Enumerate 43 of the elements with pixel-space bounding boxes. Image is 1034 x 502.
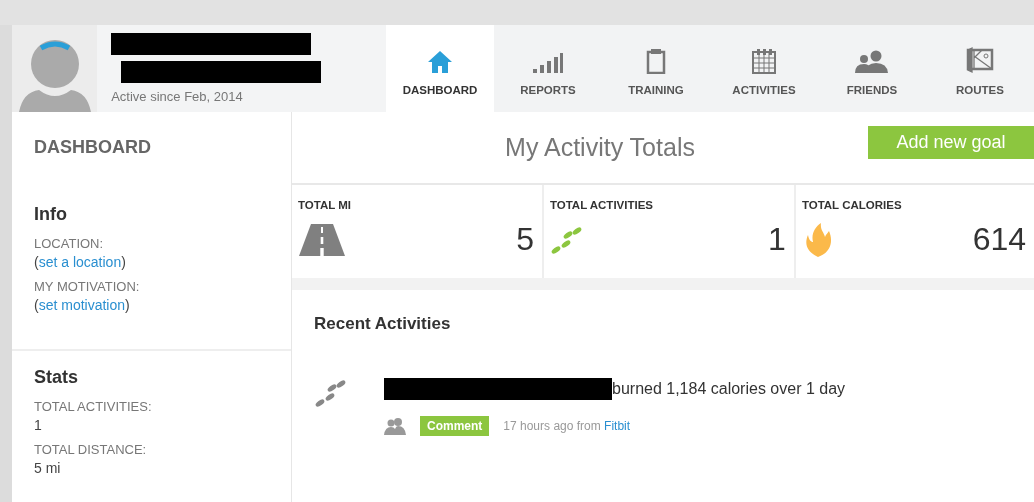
total-value: 5 [516, 221, 534, 258]
field-label: MY MOTIVATION: [34, 279, 141, 294]
sidebar-title: DASHBOARD [33, 136, 152, 159]
total-label: TOTAL ACTIVITIES [549, 199, 655, 211]
parenthesis: ) [121, 254, 126, 270]
field-value: 5 mi [34, 460, 62, 476]
timestamp: 17 hours ago from [503, 419, 601, 433]
field-label: LOCATION: [34, 236, 105, 251]
people-icon [854, 50, 890, 74]
nav-tab[interactable]: DASHBOARD [386, 25, 494, 112]
recent-heading: Recent Activities [314, 314, 452, 334]
people-icon [384, 417, 406, 435]
total-value: 1 [768, 221, 786, 258]
active-since-text: Active since Feb, 2014 [111, 89, 244, 104]
total-label: TOTAL CALORIES [801, 199, 903, 211]
parenthesis: ( [34, 297, 39, 313]
road-icon [298, 222, 346, 257]
footsteps-icon [549, 224, 584, 255]
footsteps-icon [314, 378, 348, 408]
parenthesis: ) [125, 297, 130, 313]
field-label: TOTAL ACTIVITIES: [34, 399, 153, 414]
total-value: 614 [972, 221, 1026, 258]
total-label: TOTAL MI [298, 199, 353, 211]
activity-text: burned 1,184 calories over 1 day [612, 380, 846, 398]
field-value: 1 [34, 417, 43, 433]
nav-tab[interactable]: ROUTES [926, 25, 1034, 112]
clipboard-icon [646, 48, 666, 74]
totals-heading: My Activity Totals [504, 133, 696, 162]
calendar-icon [752, 48, 776, 74]
nav-tab[interactable]: REPORTS [494, 25, 602, 112]
section-heading: Stats [34, 367, 79, 388]
map-icon [965, 44, 995, 74]
section-heading: Info [34, 204, 68, 225]
field-label: TOTAL DISTANCE: [34, 442, 148, 457]
nav-tab[interactable]: ACTIVITIES [710, 25, 818, 112]
set-link[interactable]: set a location [38, 254, 122, 270]
source-link[interactable]: Fitbit [604, 419, 631, 433]
parenthesis: ( [34, 254, 39, 270]
bar-chart-icon [532, 52, 564, 74]
set-link[interactable]: set motivation [38, 297, 126, 313]
nav-tab[interactable]: FRIENDS [818, 25, 926, 112]
home-icon [427, 50, 453, 74]
nav-tab[interactable]: TRAINING [602, 25, 710, 112]
